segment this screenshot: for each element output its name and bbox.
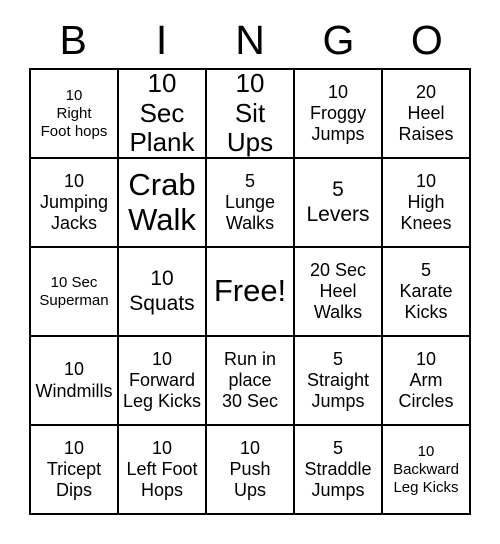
bingo-cell-label: 20 Sec Heel Walks [309, 259, 367, 323]
bingo-grid: 10 Right Foot hops 10 Sec Plank 10 Sit Ups 1… [29, 68, 471, 515]
bingo-cell[interactable]: 5 Lunge Walks [207, 159, 295, 248]
bingo-cell-label: 10 Windmills [35, 359, 113, 401]
bingo-cell-label: 10 Left Foot Hops [126, 437, 198, 501]
bingo-cell-label: 5 Karate Kicks [399, 259, 453, 323]
bingo-cell-label: 10 Jumping Jacks [39, 170, 109, 234]
bingo-cell[interactable]: 10 Sit Ups [207, 70, 295, 159]
bingo-cell[interactable]: 20 Heel Raises [383, 70, 471, 159]
bingo-row: 10 Jumping Jacks Crab Walk 5 Lunge Walks 5 Lev… [31, 159, 471, 248]
bingo-cell[interactable]: 10 High Knees [383, 159, 471, 248]
bingo-cell[interactable]: 10 Push Ups [207, 426, 295, 515]
bingo-cell-label: 10 Push Ups [229, 437, 271, 501]
bingo-cell-label: 10 Sit Ups [226, 70, 274, 158]
bingo-cell-label: 5 Straight Jumps [306, 348, 370, 412]
bingo-cell-label: 10 Sec Plank [129, 70, 195, 158]
bingo-cell[interactable]: 10 Backward Leg Kicks [383, 426, 471, 515]
bingo-cell[interactable]: 5 Levers [295, 159, 383, 248]
bingo-cell-label: 10 High Knees [400, 170, 452, 234]
bingo-cell[interactable]: 10 Tricept Dips [31, 426, 119, 515]
bingo-header-letter-g: G [322, 16, 355, 63]
bingo-cell-label: 5 Levers [306, 178, 370, 226]
bingo-cell-label: 10 Forward Leg Kicks [122, 348, 202, 412]
bingo-cell-label: Run in place 30 Sec [221, 348, 279, 412]
bingo-cell[interactable]: 10 Forward Leg Kicks [119, 337, 207, 426]
bingo-cell[interactable]: 10 Right Foot hops [31, 70, 119, 159]
bingo-row: 10 Windmills 10 Forward Leg Kicks Run in pla… [31, 337, 471, 426]
bingo-cell-label: 5 Straddle Jumps [304, 437, 372, 501]
bingo-cell-label: 5 Lunge Walks [224, 170, 276, 234]
bingo-cell[interactable]: 10 Sec Plank [119, 70, 207, 159]
bingo-cell-label: Crab Walk [128, 166, 196, 237]
bingo-cell-label: 10 Squats [129, 267, 195, 315]
bingo-cell[interactable]: Crab Walk [119, 159, 207, 248]
bingo-cell[interactable]: 10 Jumping Jacks [31, 159, 119, 248]
bingo-row: 10 Right Foot hops 10 Sec Plank 10 Sit Ups 1… [31, 70, 471, 159]
bingo-header-letter-i: I [155, 16, 168, 63]
bingo-cell[interactable]: 10 Left Foot Hops [119, 426, 207, 515]
bingo-cell[interactable]: Run in place 30 Sec [207, 337, 295, 426]
bingo-card: B I N G O 10 Right Foot hops 10 Sec Plank 1… [29, 12, 471, 515]
bingo-cell-label: 10 Arm Circles [398, 348, 454, 412]
bingo-cell[interactable]: 5 Straight Jumps [295, 337, 383, 426]
bingo-cell-free[interactable]: Free! [207, 248, 295, 337]
bingo-free-label: Free! [213, 273, 287, 309]
bingo-header-row: B I N G O [29, 12, 471, 68]
bingo-cell[interactable]: 10 Windmills [31, 337, 119, 426]
bingo-cell-label: 10 Right Foot hops [40, 86, 108, 140]
bingo-cell[interactable]: 20 Sec Heel Walks [295, 248, 383, 337]
bingo-cell-label: 10 Froggy Jumps [309, 81, 367, 145]
bingo-cell[interactable]: 10 Sec Superman [31, 248, 119, 337]
bingo-cell[interactable]: 10 Squats [119, 248, 207, 337]
bingo-header-letter-o: O [410, 16, 443, 63]
bingo-row: 10 Sec Superman 10 Squats Free! 20 Sec Heel… [31, 248, 471, 337]
bingo-cell-label: 10 Tricept Dips [46, 437, 102, 501]
bingo-cell[interactable]: 5 Straddle Jumps [295, 426, 383, 515]
bingo-cell[interactable]: 5 Karate Kicks [383, 248, 471, 337]
bingo-header-letter-b: B [59, 16, 87, 63]
bingo-row: 10 Tricept Dips 10 Left Foot Hops 10 Push Ups … [31, 426, 471, 515]
bingo-cell-label: 10 Sec Superman [39, 273, 109, 309]
bingo-cell[interactable]: 10 Arm Circles [383, 337, 471, 426]
bingo-cell-label: 20 Heel Raises [398, 81, 454, 145]
bingo-cell-label: 10 Backward Leg Kicks [393, 442, 459, 496]
bingo-header-letter-n: N [235, 16, 265, 63]
bingo-cell[interactable]: 10 Froggy Jumps [295, 70, 383, 159]
